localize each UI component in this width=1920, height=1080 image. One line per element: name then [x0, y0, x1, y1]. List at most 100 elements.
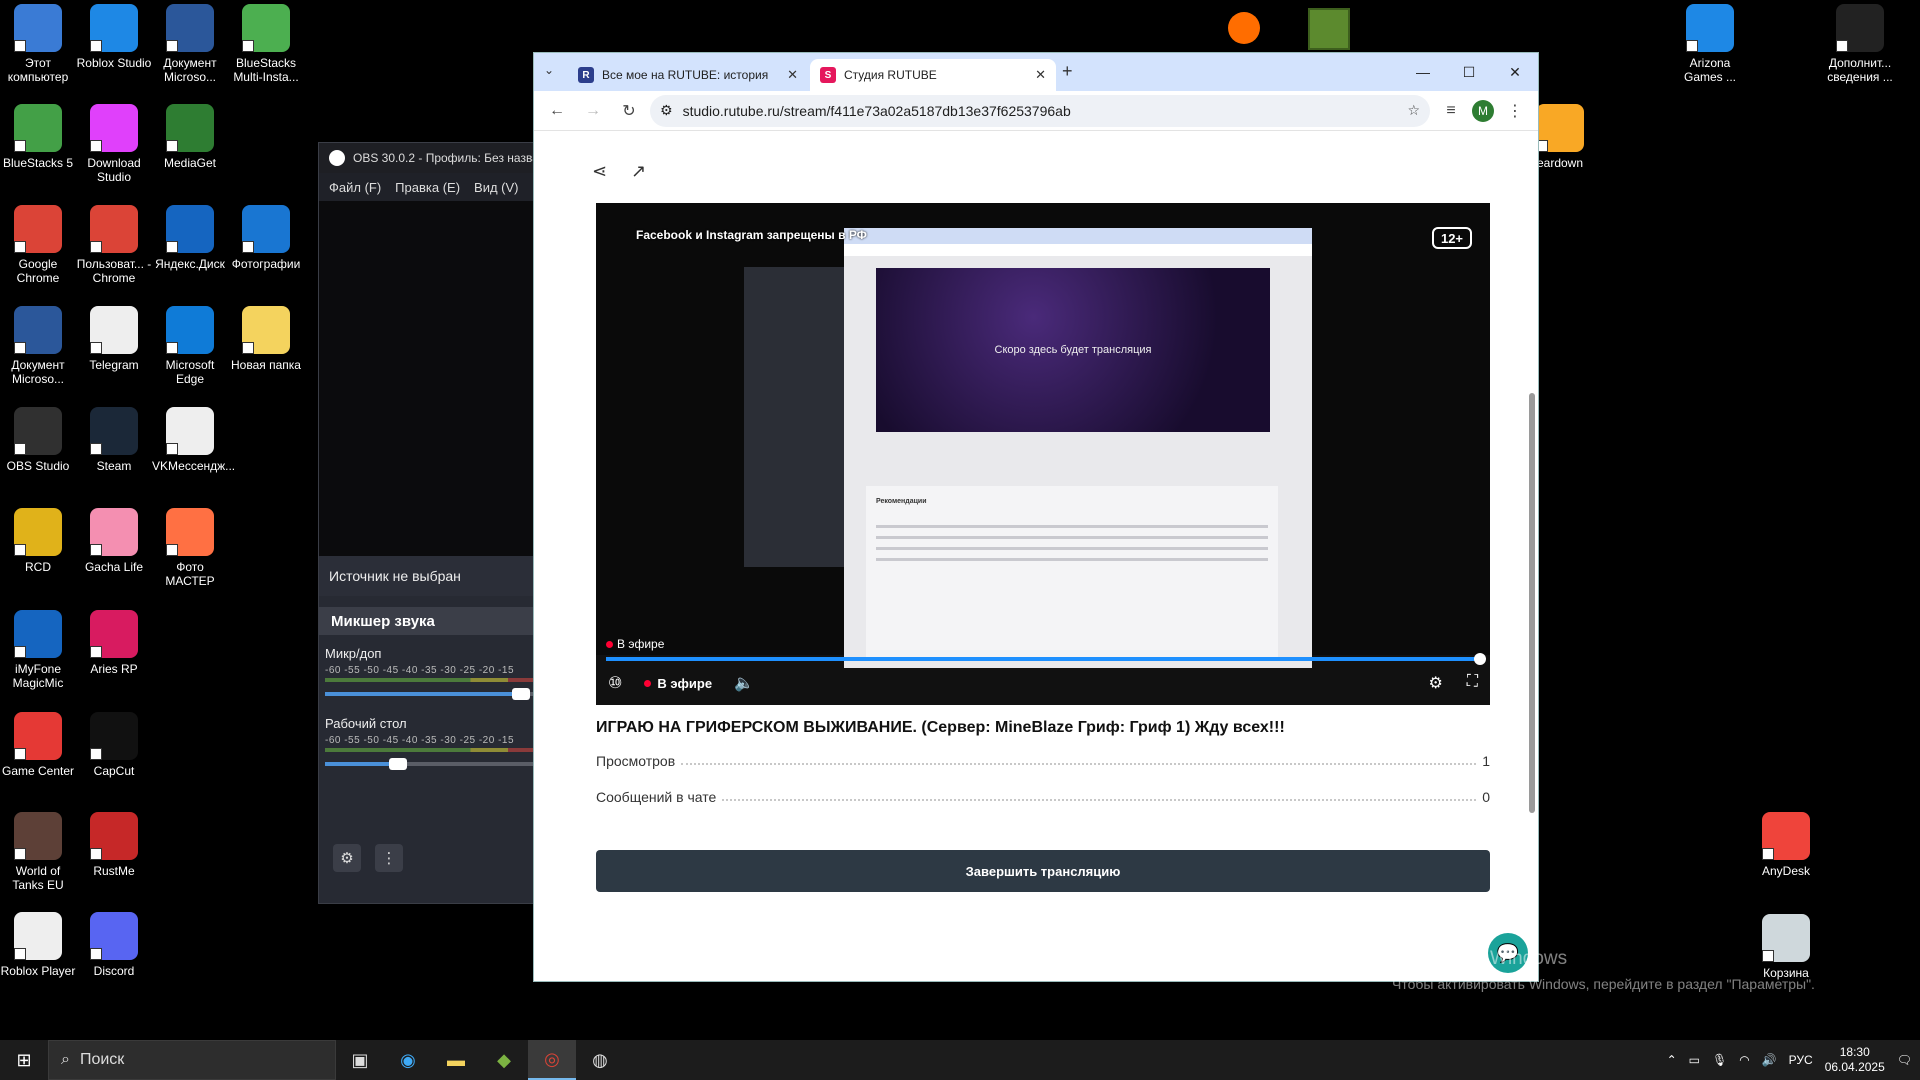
obs-more-menu-icon[interactable]: ⋮: [375, 844, 403, 872]
obs-settings-gear-icon[interactable]: ⚙: [333, 844, 361, 872]
obs-menu-edit[interactable]: Правка (E): [395, 180, 460, 195]
desktop-icon[interactable]: VKМессендж...: [152, 407, 235, 473]
desktop-icon[interactable]: CapCut: [76, 712, 152, 778]
desktop-icon[interactable]: Дополнит... сведения ...: [1822, 4, 1898, 84]
language-indicator[interactable]: РУС: [1789, 1053, 1813, 1067]
explorer-taskbar-icon[interactable]: ▬: [432, 1040, 480, 1080]
share-icon[interactable]: ⋖: [592, 161, 607, 182]
desktop-icon[interactable]: Документ Microso...: [152, 4, 228, 84]
desktop-icon[interactable]: OBS Studio: [0, 407, 76, 473]
close-icon[interactable]: ✕: [1492, 53, 1538, 91]
desktop-icon[interactable]: Документ Microso...: [0, 306, 76, 386]
tray-mic-icon[interactable]: 🎙: [1712, 1053, 1727, 1067]
bookmark-star-icon[interactable]: ☆: [1407, 102, 1420, 119]
desktop-icon-label: Aries RP: [90, 662, 138, 676]
browser-menu-icon[interactable]: ⋮: [1500, 96, 1530, 126]
tray-chevron-icon[interactable]: ⌃: [1667, 1053, 1677, 1067]
profile-avatar[interactable]: M: [1472, 99, 1494, 122]
desktop-icon[interactable]: Фотографии: [228, 205, 304, 271]
media-controls-icon[interactable]: ≡: [1436, 96, 1466, 126]
roblox-studio-icon: [90, 4, 138, 52]
rewind-10-icon[interactable]: ⑩: [608, 673, 622, 693]
obs-volume-meter: [325, 678, 533, 682]
desktop-icon[interactable]: World of Tanks EU: [0, 812, 76, 892]
bluestacks5-icon: [14, 104, 62, 152]
desktop-icon[interactable]: BlueStacks Multi-Insta...: [228, 4, 304, 84]
speaker-icon[interactable]: 🔊: [1762, 1053, 1777, 1067]
obs-menu-file[interactable]: Файл (F): [329, 180, 381, 195]
obs-menu-view[interactable]: Вид (V): [474, 180, 518, 195]
game-icon-orange[interactable]: [1228, 12, 1260, 44]
edge-taskbar-icon[interactable]: ◉: [384, 1040, 432, 1080]
back-arrow-icon[interactable]: ←: [542, 96, 572, 126]
desktop-icon[interactable]: RustMe: [76, 812, 152, 878]
volume-icon[interactable]: 🔈: [734, 673, 754, 693]
video-player[interactable]: Скоро здесь будет трансляция Рекомендаци…: [596, 203, 1490, 705]
tab-close-icon[interactable]: ✕: [787, 67, 798, 83]
clock[interactable]: 18:30 06.04.2025: [1825, 1045, 1885, 1075]
desktop-icon[interactable]: Roblox Studio: [76, 4, 152, 70]
desktop-icon[interactable]: Пользоват... - Chrome: [76, 205, 152, 285]
obs-taskbar-icon[interactable]: ◍: [576, 1040, 624, 1080]
desktop-icon[interactable]: Microsoft Edge: [152, 306, 228, 386]
new-tab-plus-icon[interactable]: +: [1062, 61, 1073, 82]
page-scrollbar[interactable]: [1528, 223, 1536, 981]
desktop-icon[interactable]: Яндекс.Диск: [152, 205, 228, 271]
desktop-icon[interactable]: Gacha Life: [76, 508, 152, 574]
window-controls: — ☐ ✕: [1400, 53, 1538, 91]
notifications-icon[interactable]: 🗨: [1897, 1053, 1912, 1067]
minecraft-taskbar-icon[interactable]: ◆: [480, 1040, 528, 1080]
desktop-icon[interactable]: Arizona Games ...: [1672, 4, 1748, 84]
desktop-icon[interactable]: Aries RP: [76, 610, 152, 676]
share-row: ⋖ ↗: [592, 161, 646, 182]
windows-start-icon[interactable]: ⊞: [0, 1040, 48, 1080]
desktop-icon[interactable]: Roblox Player: [0, 912, 76, 978]
site-info-icon[interactable]: ⚙: [660, 102, 673, 119]
desktop-icon[interactable]: AnyDesk: [1748, 812, 1824, 878]
tab-rutube-history[interactable]: R Все мое на RUTUBE: история ✕: [568, 59, 808, 91]
taskbar-search[interactable]: ⌕ Поиск: [48, 1040, 336, 1080]
tray-device-icon[interactable]: ▭: [1689, 1053, 1700, 1067]
desktop-icon[interactable]: MediaGet: [152, 104, 228, 170]
open-external-icon[interactable]: ↗: [631, 161, 646, 182]
obs-mixer-tools: ⚙ ⋮: [319, 833, 533, 883]
inner-rec-title: Рекомендации: [876, 498, 927, 505]
minimize-icon[interactable]: —: [1400, 53, 1446, 91]
obs-volume-slider[interactable]: [325, 688, 533, 700]
tab-list-chevron-icon[interactable]: ⌄: [544, 63, 554, 77]
desktop-icon[interactable]: Game Center: [0, 712, 76, 778]
desktop-icon[interactable]: Google Chrome: [0, 205, 76, 285]
tab-label: Все мое на RUTUBE: история: [602, 68, 769, 82]
maximize-icon[interactable]: ☐: [1446, 53, 1492, 91]
obs-track-scale: -60 -55 -50 -45 -40 -35 -30 -25 -20 -15: [325, 735, 515, 746]
desktop-icon[interactable]: BlueStacks 5: [0, 104, 76, 170]
obs-volume-slider[interactable]: [325, 758, 533, 770]
tab-rutube-studio[interactable]: S Студия RUTUBE ✕: [810, 59, 1056, 91]
desktop-icon[interactable]: Steam: [76, 407, 152, 473]
desktop-icon[interactable]: RCD: [0, 508, 76, 574]
chat-value: 0: [1482, 789, 1490, 805]
desktop-icon[interactable]: Telegram: [76, 306, 152, 372]
desktop-icon-label: Дополнит... сведения ...: [1827, 56, 1893, 84]
desktop-icon[interactable]: Download Studio: [76, 104, 152, 184]
finish-stream-button[interactable]: Завершить трансляцию: [596, 850, 1490, 892]
desktop-icon[interactable]: iMyFone MagicMic: [0, 610, 76, 690]
desktop-icon[interactable]: Discord: [76, 912, 152, 978]
tab-close-icon[interactable]: ✕: [1035, 67, 1046, 83]
desktop-icon[interactable]: Новая папка: [228, 306, 304, 372]
bluestacks-icon: [242, 4, 290, 52]
reload-icon[interactable]: ↻: [614, 96, 644, 126]
desktop-icon[interactable]: Фото МАСТЕР: [152, 508, 228, 588]
minecraft-icon[interactable]: [1308, 8, 1350, 50]
forward-arrow-icon[interactable]: →: [578, 96, 608, 126]
address-bar[interactable]: ⚙ studio.rutube.ru/stream/f411e73a02a518…: [650, 94, 1430, 127]
chrome-taskbar-icon[interactable]: ◎: [528, 1040, 576, 1080]
task-view-icon[interactable]: ▣: [336, 1040, 384, 1080]
desktop-icon-label: Фото МАСТЕР: [165, 560, 215, 588]
settings-gear-icon[interactable]: ⚙: [1428, 673, 1442, 693]
live-indicator[interactable]: В эфире: [644, 676, 712, 691]
obs-preview[interactable]: [319, 201, 533, 556]
desktop-icon[interactable]: Этот компьютер: [0, 4, 76, 84]
fullscreen-icon[interactable]: ⛶: [1467, 673, 1478, 693]
wifi-icon[interactable]: ◠: [1739, 1053, 1749, 1067]
